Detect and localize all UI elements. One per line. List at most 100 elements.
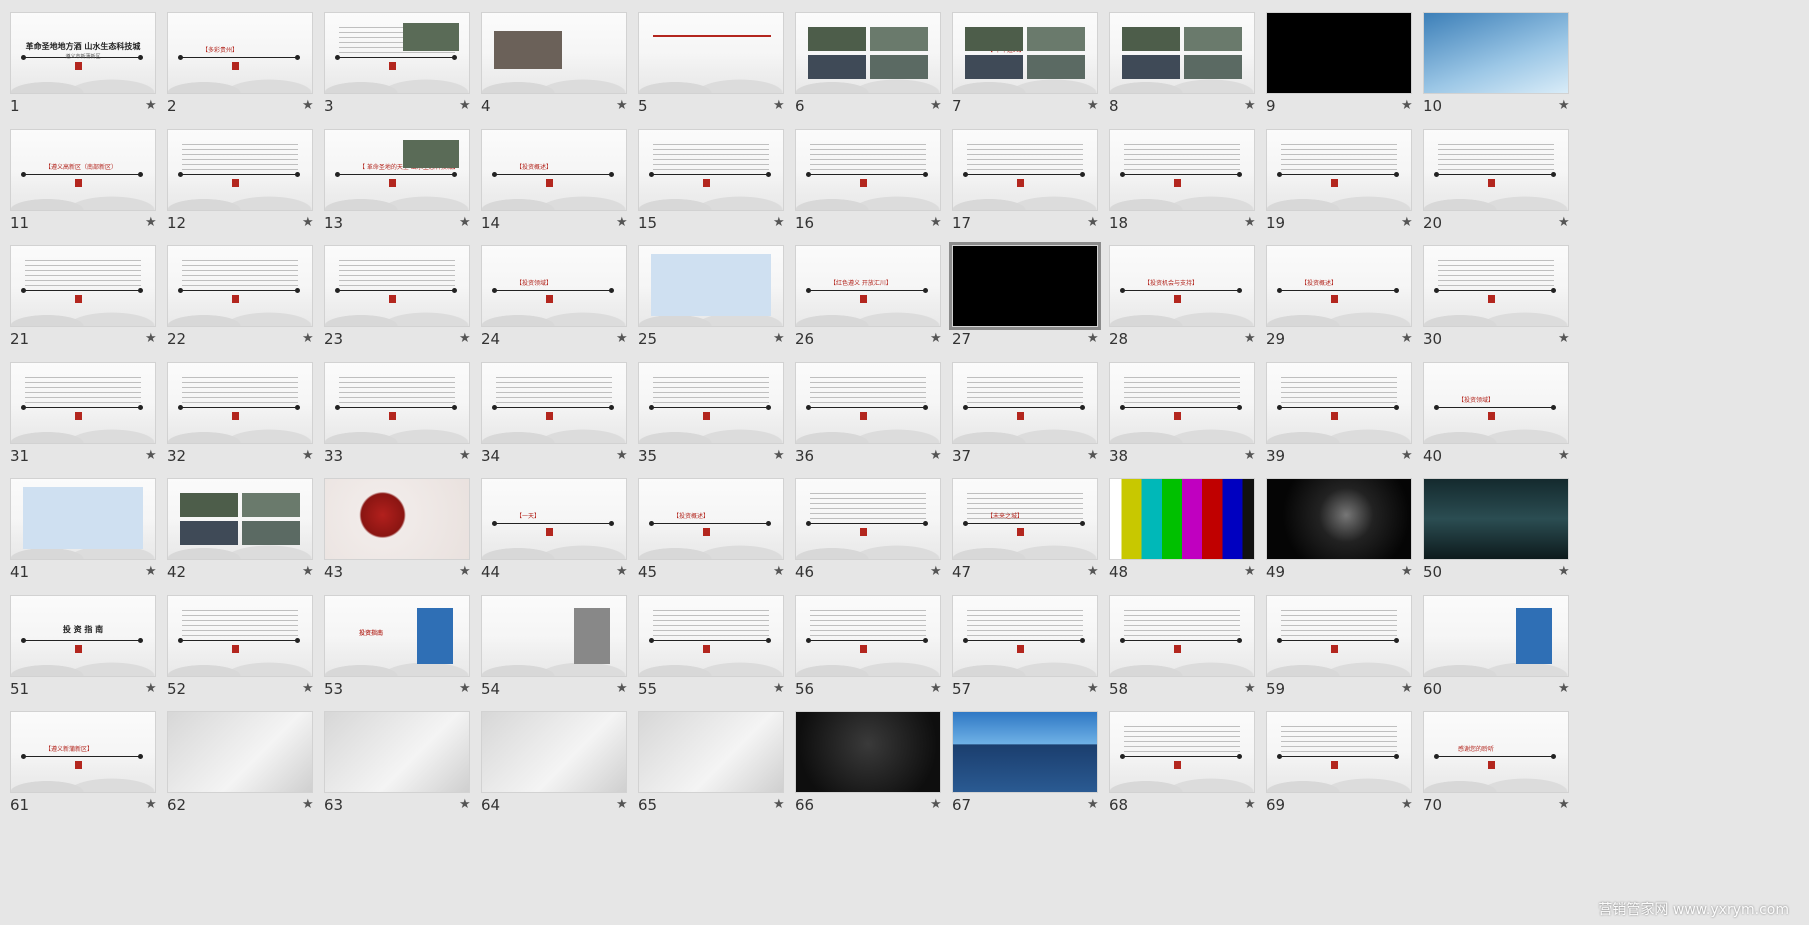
slide-preview[interactable] bbox=[952, 361, 1098, 444]
slide-preview[interactable] bbox=[167, 478, 313, 560]
slide-thumbnail-33[interactable]: 33 ★ bbox=[314, 350, 474, 470]
slide-preview[interactable] bbox=[638, 361, 784, 444]
transition-star-icon[interactable]: ★ bbox=[459, 448, 471, 463]
slide-thumbnail-41[interactable]: 41 ★ bbox=[0, 466, 160, 586]
slide-preview[interactable] bbox=[1423, 594, 1569, 677]
slide-preview[interactable] bbox=[167, 711, 313, 793]
transition-star-icon[interactable]: ★ bbox=[145, 331, 157, 346]
slide-preview[interactable] bbox=[324, 361, 470, 444]
slide-preview[interactable]: 【未来之城】 bbox=[952, 478, 1098, 560]
slide-thumbnail-10[interactable]: 10 ★ bbox=[1413, 0, 1573, 120]
slide-thumbnail-46[interactable]: 46 ★ bbox=[785, 466, 945, 586]
slide-preview[interactable] bbox=[795, 12, 941, 94]
slide-thumbnail-62[interactable]: 62 ★ bbox=[157, 699, 317, 819]
slide-preview[interactable] bbox=[10, 361, 156, 444]
slide-thumbnail-2[interactable]: 【多彩贵州】 2 ★ bbox=[157, 0, 317, 120]
slide-preview[interactable] bbox=[10, 478, 156, 560]
transition-star-icon[interactable]: ★ bbox=[616, 331, 628, 346]
slide-preview[interactable] bbox=[638, 12, 784, 94]
slide-preview[interactable] bbox=[1423, 478, 1569, 560]
slide-thumbnail-23[interactable]: 23 ★ bbox=[314, 233, 474, 353]
slide-preview[interactable]: 【 千年遵义】 bbox=[952, 12, 1098, 94]
slide-thumbnail-14[interactable]: 【投资概述】 14 ★ bbox=[471, 117, 631, 237]
transition-star-icon[interactable]: ★ bbox=[1087, 681, 1099, 696]
slide-preview[interactable] bbox=[1266, 478, 1412, 560]
slide-thumbnail-3[interactable]: 3 ★ bbox=[314, 0, 474, 120]
slide-thumbnail-20[interactable]: 20 ★ bbox=[1413, 117, 1573, 237]
slide-thumbnail-29[interactable]: 【投资概述】 29 ★ bbox=[1256, 233, 1416, 353]
slide-preview[interactable] bbox=[167, 128, 313, 211]
slide-preview[interactable] bbox=[1423, 245, 1569, 327]
slide-preview[interactable]: 感谢您的聆听 bbox=[1423, 711, 1569, 793]
slide-thumbnail-58[interactable]: 58 ★ bbox=[1099, 583, 1259, 703]
transition-star-icon[interactable]: ★ bbox=[459, 681, 471, 696]
transition-star-icon[interactable]: ★ bbox=[1401, 681, 1413, 696]
slide-thumbnail-37[interactable]: 37 ★ bbox=[942, 350, 1102, 470]
slide-thumbnail-32[interactable]: 32 ★ bbox=[157, 350, 317, 470]
slide-preview[interactable] bbox=[1109, 711, 1255, 793]
slide-preview[interactable]: 【红色遵义 开放汇川】 bbox=[795, 245, 941, 327]
slide-preview[interactable] bbox=[952, 594, 1098, 677]
slide-thumbnail-22[interactable]: 22 ★ bbox=[157, 233, 317, 353]
slide-preview[interactable]: 投 资 指 南 bbox=[10, 594, 156, 677]
slide-preview[interactable] bbox=[167, 245, 313, 327]
slide-thumbnail-67[interactable]: 67 ★ bbox=[942, 699, 1102, 819]
transition-star-icon[interactable]: ★ bbox=[773, 797, 785, 812]
slide-preview[interactable]: 【投资领域】 bbox=[481, 245, 627, 327]
transition-star-icon[interactable]: ★ bbox=[773, 564, 785, 579]
slide-thumbnail-31[interactable]: 31 ★ bbox=[0, 350, 160, 470]
transition-star-icon[interactable]: ★ bbox=[1244, 98, 1256, 113]
slide-preview[interactable] bbox=[1266, 128, 1412, 211]
slide-thumbnail-59[interactable]: 59 ★ bbox=[1256, 583, 1416, 703]
slide-preview[interactable] bbox=[795, 361, 941, 444]
transition-star-icon[interactable]: ★ bbox=[1087, 564, 1099, 579]
transition-star-icon[interactable]: ★ bbox=[1244, 564, 1256, 579]
transition-star-icon[interactable]: ★ bbox=[1244, 331, 1256, 346]
slide-thumbnail-9[interactable]: 9 ★ bbox=[1256, 0, 1416, 120]
slide-preview[interactable]: 【投资机会与支持】 bbox=[1109, 245, 1255, 327]
transition-star-icon[interactable]: ★ bbox=[302, 331, 314, 346]
transition-star-icon[interactable]: ★ bbox=[1087, 448, 1099, 463]
transition-star-icon[interactable]: ★ bbox=[930, 331, 942, 346]
slide-preview[interactable] bbox=[481, 594, 627, 677]
slide-thumbnail-11[interactable]: 【遵义高新区（南部新区） 11 ★ bbox=[0, 117, 160, 237]
slide-thumbnail-51[interactable]: 投 资 指 南 51 ★ bbox=[0, 583, 160, 703]
slide-preview[interactable] bbox=[1266, 711, 1412, 793]
slide-preview[interactable]: 【多彩贵州】 bbox=[167, 12, 313, 94]
transition-star-icon[interactable]: ★ bbox=[930, 448, 942, 463]
slide-thumbnail-30[interactable]: 30 ★ bbox=[1413, 233, 1573, 353]
slide-thumbnail-70[interactable]: 感谢您的聆听 70 ★ bbox=[1413, 699, 1573, 819]
slide-preview[interactable] bbox=[1109, 128, 1255, 211]
transition-star-icon[interactable]: ★ bbox=[302, 98, 314, 113]
slide-thumbnail-49[interactable]: 49 ★ bbox=[1256, 466, 1416, 586]
transition-star-icon[interactable]: ★ bbox=[616, 797, 628, 812]
transition-star-icon[interactable]: ★ bbox=[459, 564, 471, 579]
transition-star-icon[interactable]: ★ bbox=[1244, 797, 1256, 812]
slide-thumbnail-15[interactable]: 15 ★ bbox=[628, 117, 788, 237]
transition-star-icon[interactable]: ★ bbox=[1401, 564, 1413, 579]
transition-star-icon[interactable]: ★ bbox=[930, 98, 942, 113]
slide-thumbnail-5[interactable]: 5 ★ bbox=[628, 0, 788, 120]
transition-star-icon[interactable]: ★ bbox=[616, 564, 628, 579]
slide-preview[interactable] bbox=[1109, 478, 1255, 560]
slide-preview[interactable] bbox=[795, 594, 941, 677]
transition-star-icon[interactable]: ★ bbox=[1401, 98, 1413, 113]
slide-preview[interactable] bbox=[481, 711, 627, 793]
slide-thumbnail-45[interactable]: 【投资概述】 45 ★ bbox=[628, 466, 788, 586]
slide-thumbnail-1[interactable]: 革命圣地地方酒 山水生态科技城 遵义市新蒲新区 1 ★ bbox=[0, 0, 160, 120]
transition-star-icon[interactable]: ★ bbox=[145, 681, 157, 696]
transition-star-icon[interactable]: ★ bbox=[1087, 215, 1099, 230]
slide-preview[interactable]: 【一天】 bbox=[481, 478, 627, 560]
transition-star-icon[interactable]: ★ bbox=[145, 98, 157, 113]
slide-thumbnail-17[interactable]: 17 ★ bbox=[942, 117, 1102, 237]
slide-thumbnail-25[interactable]: 25 ★ bbox=[628, 233, 788, 353]
slide-thumbnail-40[interactable]: 【投资领域】 40 ★ bbox=[1413, 350, 1573, 470]
slide-thumbnail-36[interactable]: 36 ★ bbox=[785, 350, 945, 470]
slide-thumbnail-68[interactable]: 68 ★ bbox=[1099, 699, 1259, 819]
transition-star-icon[interactable]: ★ bbox=[1558, 564, 1570, 579]
transition-star-icon[interactable]: ★ bbox=[459, 98, 471, 113]
slide-preview[interactable] bbox=[481, 12, 627, 94]
transition-star-icon[interactable]: ★ bbox=[145, 797, 157, 812]
slide-thumbnail-39[interactable]: 39 ★ bbox=[1256, 350, 1416, 470]
slide-thumbnail-44[interactable]: 【一天】 44 ★ bbox=[471, 466, 631, 586]
